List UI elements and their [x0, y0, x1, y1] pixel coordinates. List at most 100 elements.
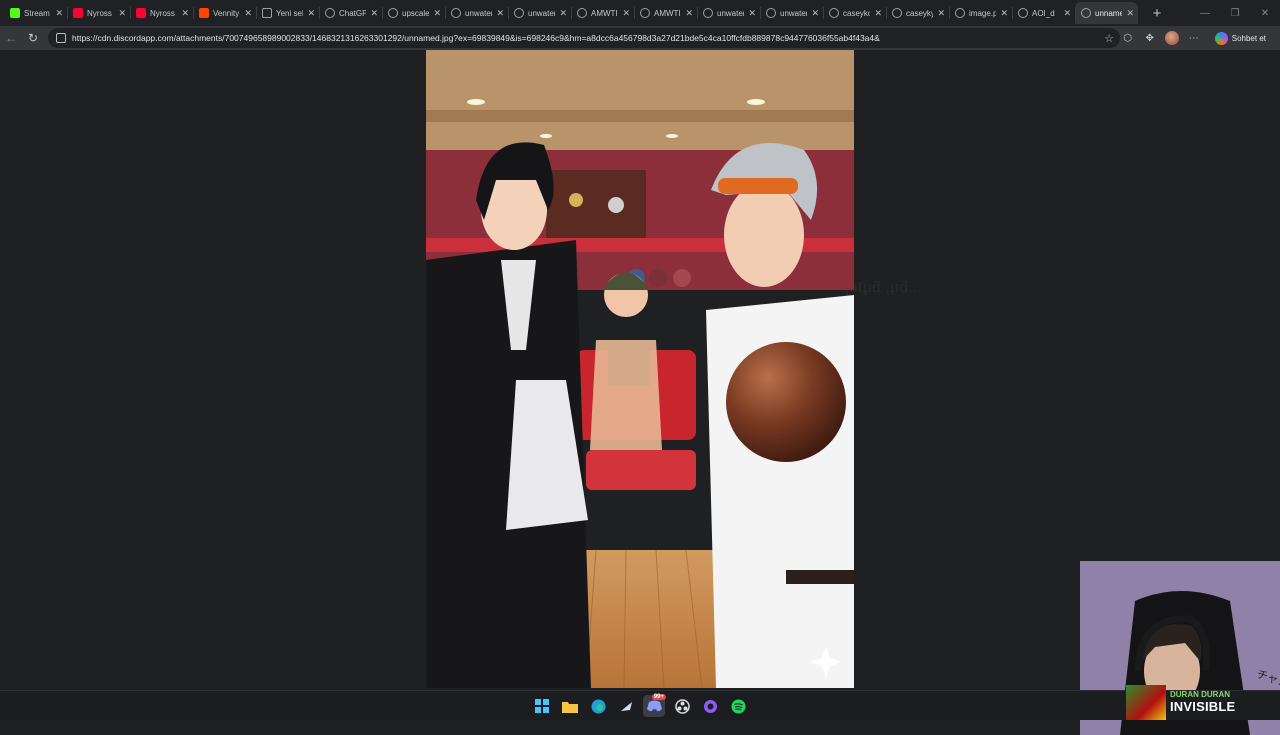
browser-tab[interactable]: unwater ✕: [760, 2, 823, 24]
browser-tab[interactable]: unwater ✕: [445, 2, 508, 24]
edge-icon[interactable]: [587, 695, 609, 717]
ceiling: [426, 50, 854, 150]
tab-title: unwater: [780, 8, 808, 18]
globe-icon: [829, 8, 839, 18]
kick-icon: [10, 8, 20, 18]
browser-tab[interactable]: ChatGP ✕: [319, 2, 382, 24]
copilot-label: Sohbet et: [1231, 33, 1266, 43]
close-tab-icon[interactable]: ✕: [118, 8, 126, 19]
globe-icon: [892, 8, 902, 18]
close-tab-icon[interactable]: ✕: [370, 8, 378, 19]
reload-icon[interactable]: ↻: [22, 27, 44, 49]
address-url[interactable]: https://cdn.discordapp.com/attachments/7…: [72, 33, 1104, 43]
close-tab-icon[interactable]: ✕: [811, 8, 819, 19]
browser-tab[interactable]: unwater ✕: [508, 2, 571, 24]
close-tab-icon[interactable]: ✕: [622, 8, 630, 19]
close-tab-icon[interactable]: ✕: [748, 8, 756, 19]
tab-title: ChatGP: [339, 8, 367, 18]
minimize-icon[interactable]: —: [1190, 0, 1220, 26]
windows-start-icon[interactable]: [531, 695, 553, 717]
youtube-icon: [73, 8, 83, 18]
tab-title: AOI_d: [1032, 8, 1055, 18]
browser-tab[interactable]: caseyky ✕: [886, 2, 949, 24]
browser-tab[interactable]: Vennity ✕: [193, 2, 256, 24]
close-window-icon[interactable]: ✕: [1250, 0, 1280, 26]
browser-tab[interactable]: AOI_d ✕: [1012, 2, 1075, 24]
new-tab-icon[interactable]: +: [1146, 2, 1168, 24]
sunglasses: [718, 178, 798, 194]
tab-title: Nyross: [150, 8, 175, 18]
discord-icon[interactable]: 99+: [643, 694, 666, 717]
site-info-icon[interactable]: [56, 33, 66, 43]
globe-icon: [640, 8, 650, 18]
close-tab-icon[interactable]: ✕: [937, 8, 945, 19]
close-tab-icon[interactable]: ✕: [874, 8, 882, 19]
globe-icon: [1018, 8, 1028, 18]
bookmark-star-icon[interactable]: ☆: [1104, 32, 1114, 45]
browser-tab[interactable]: image.p ✕: [949, 2, 1012, 24]
close-tab-icon[interactable]: ✕: [1000, 8, 1008, 19]
tab-title: Yeni sek: [276, 8, 304, 18]
address-bar[interactable]: https://cdn.discordapp.com/attachments/7…: [48, 28, 1120, 48]
browser-tab[interactable]: upscale ✕: [382, 2, 445, 24]
browser-tab[interactable]: AMWTI ✕: [634, 2, 697, 24]
close-tab-icon[interactable]: ✕: [685, 8, 693, 19]
close-tab-icon[interactable]: ✕: [496, 8, 504, 19]
profile-avatar[interactable]: [1164, 31, 1179, 45]
extensions-icon[interactable]: ⬡: [1121, 31, 1135, 45]
spotify-icon[interactable]: [727, 695, 749, 717]
windows-taskbar: 99+: [0, 690, 1280, 720]
close-tab-icon[interactable]: ✕: [1063, 8, 1071, 19]
ceiling-light: [747, 99, 765, 105]
globe-icon: [1081, 8, 1091, 18]
bowling-ball: [649, 269, 667, 287]
obs-icon[interactable]: [671, 695, 693, 717]
close-tab-icon[interactable]: ✕: [307, 8, 315, 19]
browser-toolbar: ← ↻ https://cdn.discordapp.com/attachmen…: [0, 26, 1280, 50]
close-tab-icon[interactable]: ✕: [1126, 8, 1134, 19]
puzzle-icon[interactable]: ✥: [1143, 31, 1157, 45]
bowling-ball: [673, 269, 691, 287]
more-menu-icon[interactable]: ⋯: [1187, 31, 1201, 45]
tab-title: upscale: [402, 8, 430, 18]
tab-title: unwater: [717, 8, 745, 18]
close-tab-icon[interactable]: ✕: [433, 8, 441, 19]
browser-tab[interactable]: unname ✕: [1075, 2, 1138, 24]
belt: [786, 570, 854, 584]
tab-title: AMWTI: [591, 8, 618, 18]
maximize-icon[interactable]: ❐: [1220, 0, 1250, 26]
seated-girl-body: [590, 340, 662, 450]
globe-icon: [325, 8, 335, 18]
displayed-image[interactable]: [426, 50, 854, 688]
copilot-button[interactable]: Sohbet et: [1209, 30, 1272, 47]
browser-tab[interactable]: unwater ✕: [697, 2, 760, 24]
browser-tab[interactable]: Yeni sek ✕: [256, 2, 319, 24]
tab-title: unwater: [465, 8, 493, 18]
tab-title: unname: [1095, 8, 1123, 18]
youtube-icon: [136, 8, 146, 18]
browser-tab[interactable]: caseyko ✕: [823, 2, 886, 24]
steam-icon[interactable]: [615, 695, 637, 717]
close-tab-icon[interactable]: ✕: [181, 8, 189, 19]
globe-icon: [514, 8, 524, 18]
toolbar-right: ⬡ ✥ ⋯ Sohbet et: [1121, 28, 1272, 48]
browser-tab[interactable]: Stream ✕: [4, 2, 67, 24]
grey-haired-man-face: [724, 183, 804, 287]
tab-title: Stream: [24, 8, 50, 18]
browser-tab[interactable]: Nyross ✕: [130, 2, 193, 24]
album-art: [1126, 685, 1166, 720]
file-explorer-icon[interactable]: [559, 695, 581, 717]
globe-icon: [451, 8, 461, 18]
ceiling-light: [666, 134, 678, 138]
app-icon[interactable]: [699, 695, 721, 717]
discord-badge: 99+: [651, 694, 666, 700]
back-icon[interactable]: ←: [0, 27, 22, 49]
close-tab-icon[interactable]: ✕: [55, 8, 63, 19]
browser-tab[interactable]: Nyross ✕: [67, 2, 130, 24]
browser-tab[interactable]: AMWTI ✕: [571, 2, 634, 24]
ceiling-light: [540, 134, 552, 138]
close-tab-icon[interactable]: ✕: [244, 8, 252, 19]
tab-title: Nyross: [87, 8, 112, 18]
close-tab-icon[interactable]: ✕: [559, 8, 567, 19]
globe-icon: [955, 8, 965, 18]
